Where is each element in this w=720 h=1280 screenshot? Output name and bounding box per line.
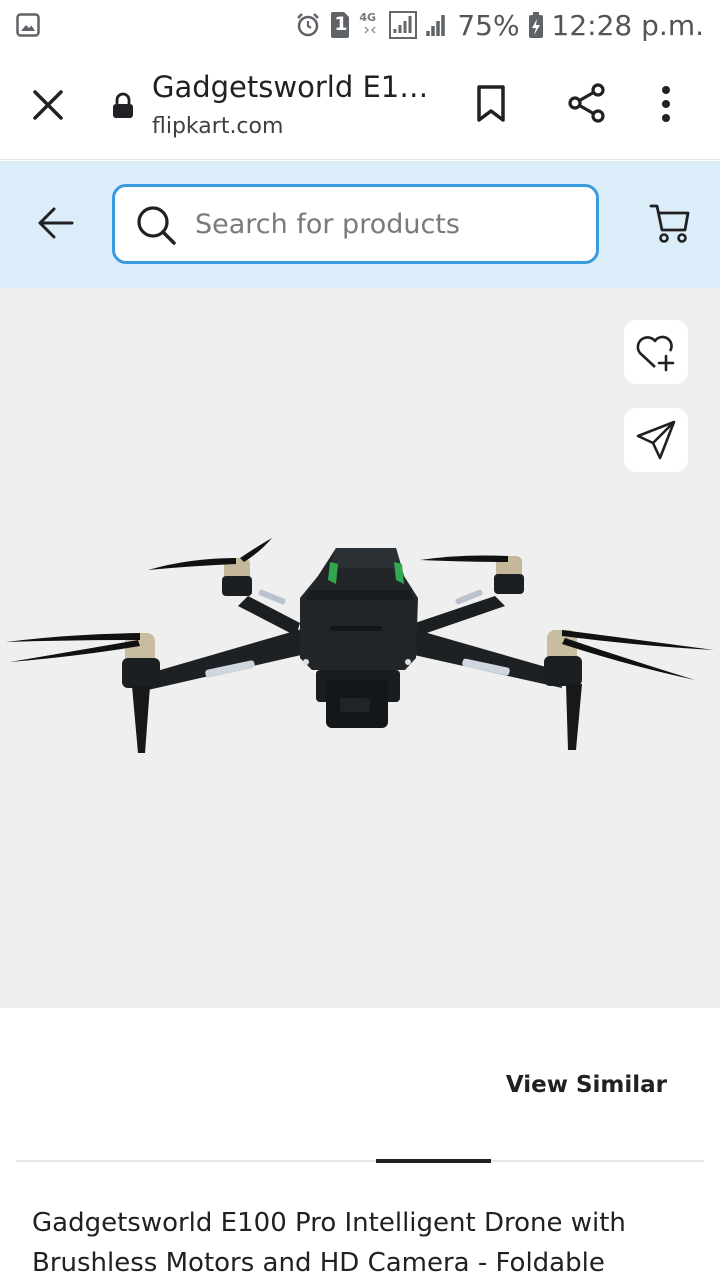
close-icon: [33, 90, 63, 120]
overflow-menu-icon: [662, 86, 670, 122]
page-title[interactable]: Gadgetsworld E1…: [152, 70, 428, 104]
sim-icon: 1: [329, 11, 351, 39]
search-header: [0, 161, 720, 288]
browser-toolbar: Gadgetsworld E1… flipkart.com: [0, 50, 720, 160]
overflow-menu-button[interactable]: [660, 84, 672, 128]
signal-icon: [389, 11, 418, 39]
share-icon: [568, 83, 605, 123]
cart-button[interactable]: [648, 201, 692, 249]
clock: 12:28 p.m.: [551, 8, 704, 42]
wishlist-button[interactable]: [624, 320, 688, 384]
back-arrow-icon: [38, 207, 74, 239]
product-image-gallery[interactable]: [0, 288, 720, 1008]
search-input[interactable]: [195, 187, 585, 261]
signal-strength-icon: [425, 12, 449, 38]
drone-product-image: [6, 538, 714, 753]
bookmark-icon: [477, 85, 505, 122]
image-carousel-track: [16, 1160, 704, 1162]
page-url[interactable]: flipkart.com: [152, 114, 283, 139]
alarm-icon: [295, 12, 321, 38]
share-product-button[interactable]: [624, 408, 688, 472]
wishlist-heart-icon: [636, 335, 675, 372]
bookmark-button[interactable]: [474, 84, 508, 128]
share-send-icon: [636, 420, 676, 460]
view-similar-link[interactable]: View Similar: [506, 1072, 667, 1098]
battery-charging-icon: [528, 11, 544, 39]
search-box[interactable]: [112, 184, 599, 264]
close-tab-button[interactable]: [28, 85, 68, 125]
status-bar: 1 4G 75% 12:28 p.m.: [0, 0, 720, 50]
cart-icon: [649, 204, 690, 243]
back-button[interactable]: [34, 203, 78, 247]
share-button[interactable]: [566, 82, 608, 128]
battery-percentage: 75%: [457, 8, 520, 42]
carousel-indicator: [376, 1159, 491, 1163]
product-title: Gadgetsworld E100 Pro Intelligent Drone …: [32, 1208, 626, 1278]
sim-slot-number: 1: [334, 13, 348, 35]
network-type-icon: 4G: [359, 11, 381, 39]
search-icon: [135, 204, 177, 250]
gallery-notification-icon: [16, 13, 40, 41]
lock-icon[interactable]: [110, 92, 136, 124]
